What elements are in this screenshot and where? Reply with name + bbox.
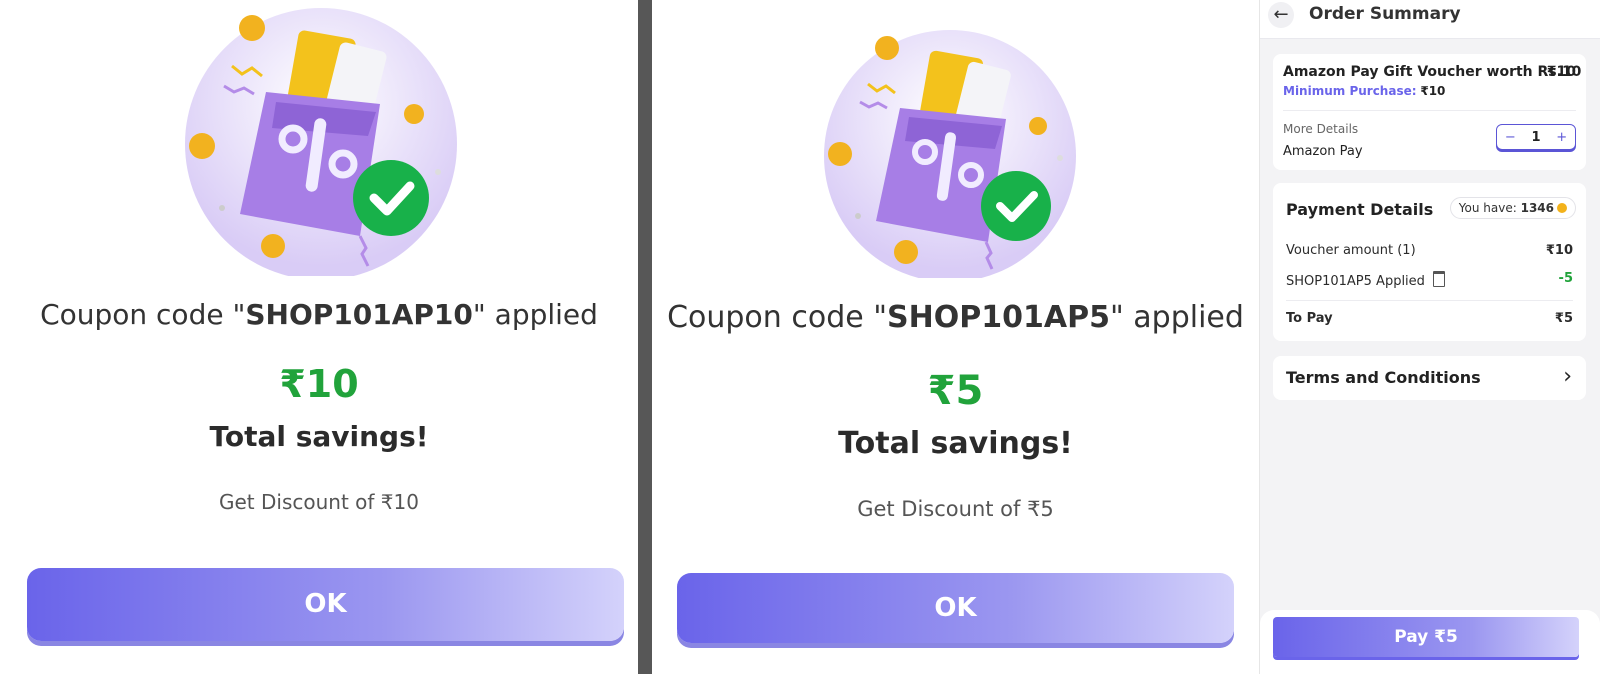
terms-label[interactable]: Terms and Conditions: [1286, 368, 1481, 387]
pay-bar: Pay ₹5: [1260, 610, 1600, 674]
coupon-applied-title: Coupon code "SHOP101AP5" applied: [667, 300, 1244, 335]
pay-button[interactable]: Pay ₹5: [1273, 617, 1579, 657]
discount-text: Get Discount of ₹5: [857, 497, 1054, 521]
plus-icon[interactable]: +: [1556, 130, 1567, 145]
minus-icon[interactable]: −: [1505, 130, 1516, 145]
page-title: Order Summary: [1309, 4, 1461, 24]
ok-button[interactable]: OK: [27, 568, 624, 641]
back-arrow-icon[interactable]: ←: [1268, 2, 1294, 28]
coupon-applied-title: Coupon code "SHOP101AP10" applied: [40, 298, 598, 331]
coupon-code: SHOP101AP5: [887, 300, 1110, 335]
coupon-illustration: [824, 30, 1076, 278]
divider: [1283, 110, 1576, 111]
trash-icon[interactable]: [1433, 271, 1446, 287]
brand-name: Amazon Pay: [1283, 144, 1363, 159]
product-card: Amazon Pay Gift Voucher worth Rs.10 ₹10 …: [1273, 54, 1586, 170]
payment-details-title: Payment Details: [1286, 200, 1434, 219]
min-purchase-label: Minimum Purchase:: [1283, 84, 1417, 98]
coins-badge: You have: 1346: [1449, 197, 1576, 219]
voucher-amount-value: ₹10: [1545, 243, 1573, 258]
savings-amount: ₹5: [927, 368, 984, 414]
coupon-success-dialog-2: Coupon code "SHOP101AP5" applied ₹5 Tota…: [652, 0, 1259, 674]
quantity-value: 1: [1531, 129, 1541, 145]
coupon-discount-value: -5: [1558, 271, 1573, 286]
min-purchase: Minimum Purchase: ₹10: [1283, 84, 1445, 98]
divider: [1286, 300, 1573, 301]
savings-amount: ₹10: [279, 362, 359, 406]
min-purchase-value: ₹10: [1420, 84, 1446, 98]
total-savings-label: Total savings!: [838, 426, 1073, 461]
voucher-amount-label: Voucher amount (1): [1286, 243, 1416, 258]
product-name: Amazon Pay Gift Voucher worth Rs.10: [1283, 64, 1582, 80]
coupon-code: SHOP101AP10: [245, 298, 473, 331]
coin-icon: [1557, 203, 1567, 213]
coupon-applied-label: SHOP101AP5 Applied: [1286, 274, 1425, 289]
discount-text: Get Discount of ₹10: [219, 490, 419, 514]
total-savings-label: Total savings!: [209, 420, 429, 453]
divider: [638, 0, 652, 674]
to-pay-value: ₹5: [1554, 311, 1573, 326]
product-price: ₹10: [1546, 64, 1576, 80]
coupon-success-dialog-1: Coupon code "SHOP101AP10" applied ₹10 To…: [0, 0, 638, 674]
payment-details-card: Payment Details You have: 1346 Voucher a…: [1273, 183, 1586, 341]
coupon-illustration: [185, 8, 457, 276]
terms-and-conditions[interactable]: Terms and Conditions ›: [1273, 356, 1586, 400]
ok-button[interactable]: OK: [677, 573, 1234, 643]
more-details-label[interactable]: More Details: [1283, 122, 1358, 136]
to-pay-label: To Pay: [1286, 311, 1333, 326]
order-summary-panel: ← Order Summary Amazon Pay Gift Voucher …: [1260, 0, 1600, 674]
chevron-right-icon[interactable]: ›: [1563, 364, 1572, 389]
header: ← Order Summary: [1260, 0, 1600, 39]
quantity-stepper[interactable]: − 1 +: [1496, 124, 1576, 150]
coupon-applied: SHOP101AP5 Applied: [1286, 271, 1446, 289]
